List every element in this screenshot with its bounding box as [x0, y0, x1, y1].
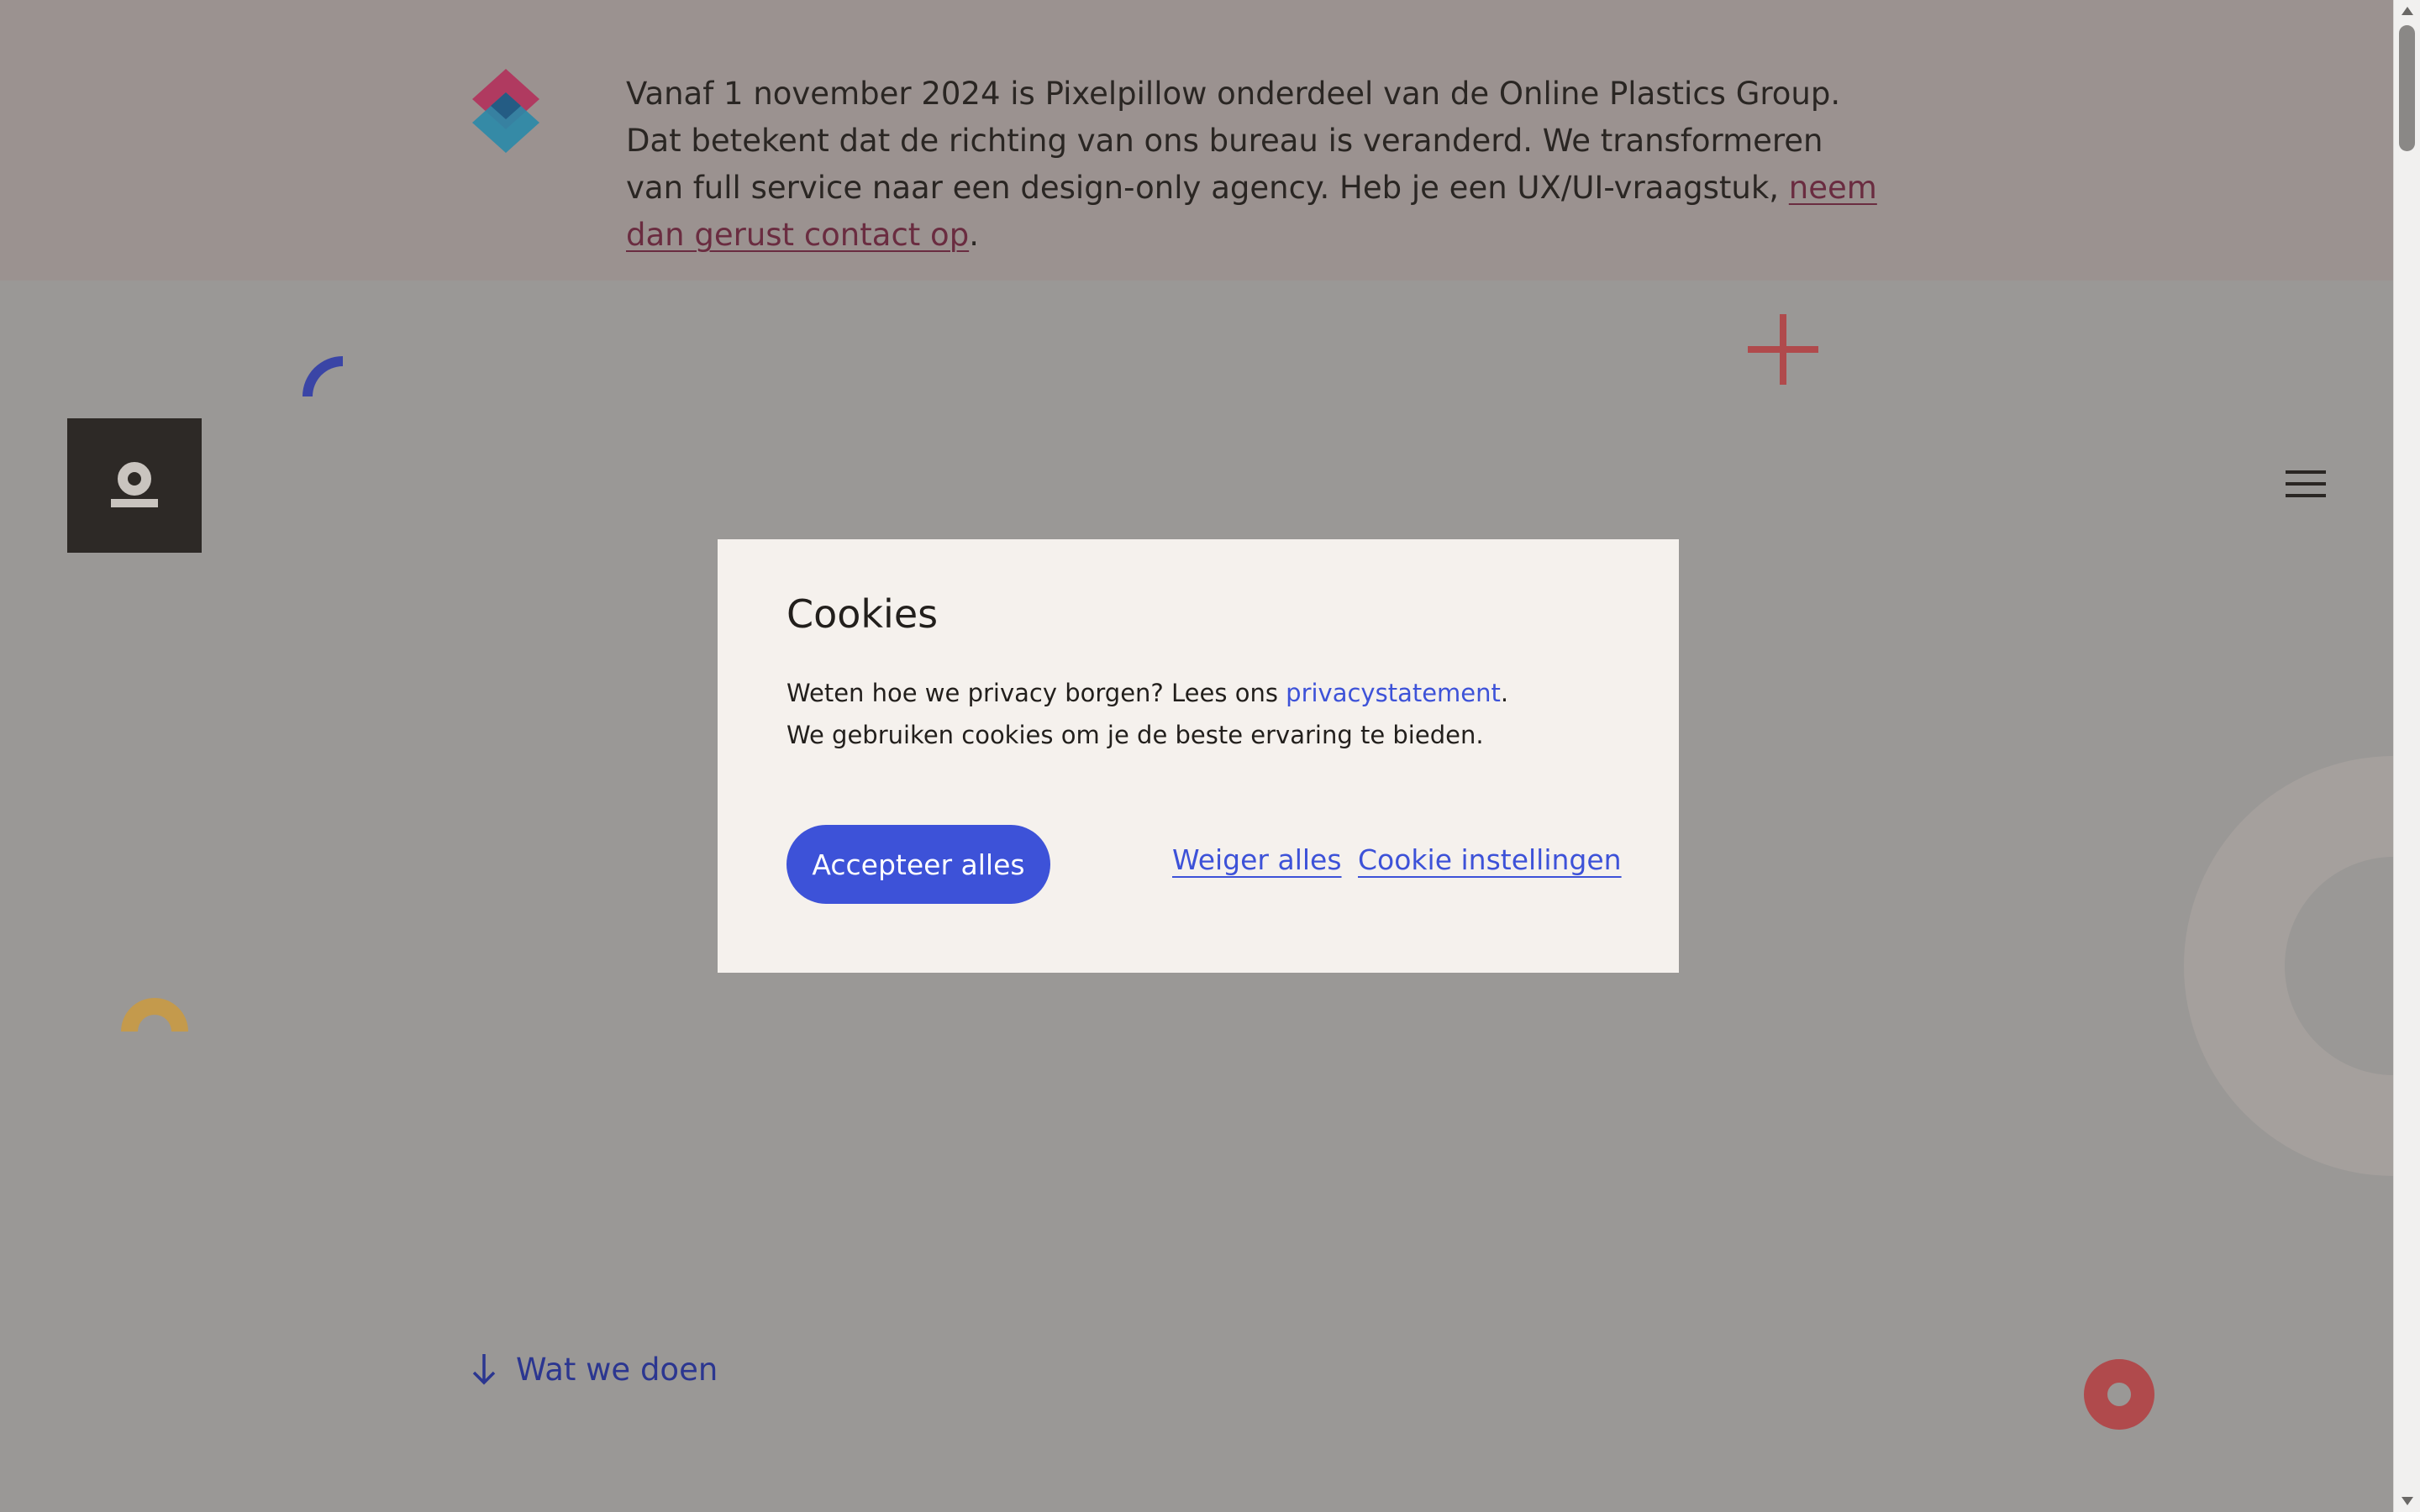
scroll-down-link[interactable]: Wat we doen: [471, 1344, 718, 1394]
announcement-text: Vanaf 1 november 2024 is Pixelpillow ond…: [626, 76, 1877, 253]
menu-line: [2286, 482, 2326, 486]
large-ring-shape: [2184, 756, 2394, 1176]
scrollbar-thumb[interactable]: [2399, 25, 2415, 151]
plus-shape-icon: [1748, 314, 1818, 385]
half-ring-shape-icon: [121, 998, 188, 1032]
scroll-down-arrow-icon[interactable]: [2402, 1497, 2413, 1505]
cookie-settings-button[interactable]: Cookie instellingen: [1358, 843, 1622, 876]
diamond-logo-icon: [472, 69, 539, 153]
cookie-purpose-line: We gebruiken cookies om je de beste erva…: [786, 721, 1484, 749]
brand-logo-icon: [111, 462, 158, 507]
menu-line: [2286, 494, 2326, 497]
scroll-down-label: Wat we doen: [516, 1351, 718, 1388]
brand-logo[interactable]: [67, 418, 202, 553]
scroll-up-arrow-icon[interactable]: [2402, 7, 2413, 15]
arc-shape-icon: [302, 356, 343, 396]
arrow-down-icon: [472, 1354, 496, 1385]
cookie-dialog: Cookies Weten hoe we privacy borgen? Lee…: [718, 539, 1679, 973]
announcement-bar: Vanaf 1 november 2024 is Pixelpillow ond…: [0, 0, 2394, 281]
privacy-line: Weten hoe we privacy borgen? Lees ons pr…: [786, 679, 1509, 707]
cookie-dialog-text: Weten hoe we privacy borgen? Lees ons pr…: [786, 672, 1610, 756]
cookie-dialog-title: Cookies: [786, 591, 939, 637]
ring-shape-icon: [2084, 1359, 2154, 1430]
accept-all-button[interactable]: Accepteer alles: [786, 825, 1050, 904]
hamburger-menu-icon[interactable]: [2284, 470, 2331, 504]
reject-all-button[interactable]: Weiger alles: [1172, 843, 1342, 876]
scrollbar[interactable]: [2393, 0, 2420, 1512]
menu-line: [2286, 470, 2326, 474]
privacy-statement-link[interactable]: privacystatement: [1286, 679, 1501, 707]
